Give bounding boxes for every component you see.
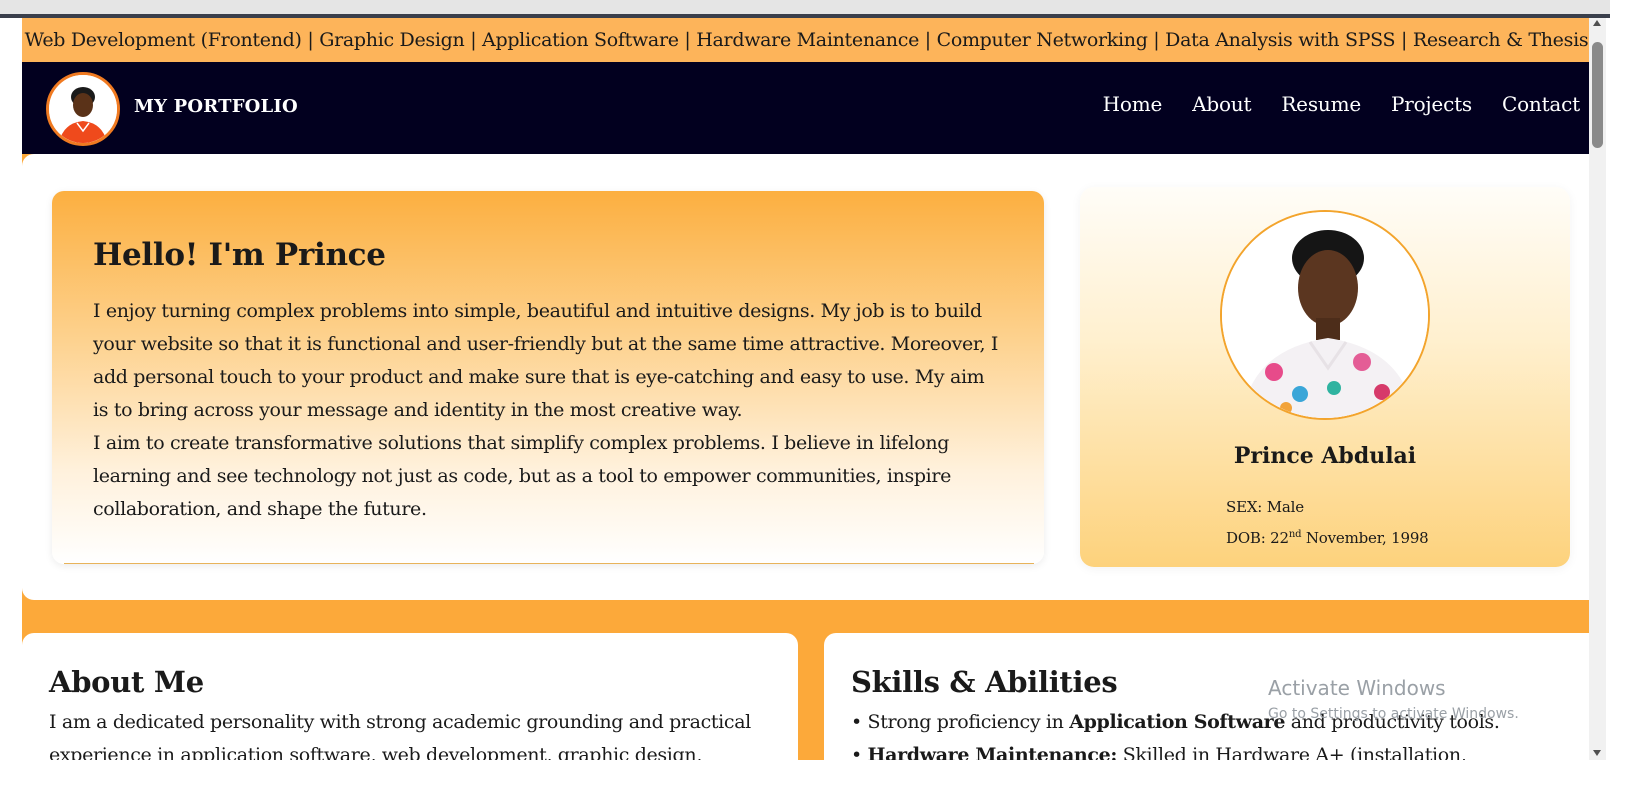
nav-about-link[interactable]: About	[1192, 92, 1251, 116]
vertical-scrollbar[interactable]	[1589, 18, 1606, 760]
profile-photo	[1220, 210, 1430, 420]
scrollbar-thumb[interactable]	[1592, 42, 1603, 148]
skill-1-prefix: • Strong proficiency in	[851, 711, 1070, 733]
skill-2-bold: Hardware Maintenance:	[867, 744, 1118, 760]
nav-projects-link[interactable]: Projects	[1391, 92, 1472, 116]
skill-2-suffix: Skilled in Hardware A+ (installation,	[1117, 744, 1467, 760]
about-section: About Me I am a dedicated personality wi…	[22, 633, 798, 760]
watermark-line-1: Activate Windows	[1268, 676, 1446, 700]
nav-resume-link[interactable]: Resume	[1281, 92, 1361, 116]
intro-card: Hello! I'm Prince I enjoy turning comple…	[52, 191, 1044, 564]
avatar[interactable]	[46, 72, 120, 146]
portfolio-page: • Web Development (Frontend) | Graphic D…	[22, 18, 1602, 760]
hero-paragraph-1: I enjoy turning complex problems into si…	[93, 300, 999, 421]
profile-name: Prince Abdulai	[1233, 443, 1417, 469]
hero-paragraph-2: I aim to create transformative solutions…	[93, 432, 952, 520]
profile-details: SEX: Male DOB: 22nd November, 1998	[1226, 493, 1429, 552]
about-text: I am a dedicated personality with strong…	[49, 711, 751, 760]
skills-title: Skills & Abilities	[851, 665, 1118, 699]
profile-dob: DOB: 22nd November, 1998	[1226, 521, 1429, 552]
dob-suffix-ordinal: nd	[1288, 529, 1302, 540]
scroll-up-icon[interactable]	[1593, 20, 1601, 26]
skill-1-bold: Application Software	[1069, 711, 1286, 733]
profile-sex: SEX: Male	[1226, 498, 1304, 516]
watermark-line-2: Go to Settings to activate Windows.	[1268, 706, 1519, 722]
navbar: MY PORTFOLIO Home About Resume Projects …	[22, 62, 1602, 154]
brand-title[interactable]: MY PORTFOLIO	[134, 96, 298, 117]
hero-section: Hello! I'm Prince I enjoy turning comple…	[22, 154, 1602, 600]
divider	[64, 563, 1034, 564]
bottom-margin	[0, 760, 1631, 809]
person-photo-icon	[1222, 212, 1428, 418]
nav-home-link[interactable]: Home	[1103, 92, 1163, 116]
dob-suffix: November, 1998	[1301, 529, 1429, 547]
person-avatar-icon	[49, 75, 117, 143]
skills-ticker: • Web Development (Frontend) | Graphic D…	[22, 18, 1602, 62]
ticker-text: • Web Development (Frontend) | Graphic D…	[22, 29, 1602, 51]
nav-contact-link[interactable]: Contact	[1502, 92, 1580, 116]
list-item: • Hardware Maintenance: Skilled in Hardw…	[851, 739, 1591, 760]
windows-activation-watermark: Activate Windows Go to Settings to activ…	[1268, 676, 1519, 722]
about-title: About Me	[49, 665, 204, 699]
hero-text: I enjoy turning complex problems into si…	[93, 295, 1003, 526]
dob-prefix: DOB: 22	[1226, 529, 1289, 547]
nav-links: Home About Resume Projects Contact	[1103, 92, 1581, 116]
profile-card: Prince Abdulai SEX: Male DOB: 22nd Novem…	[1080, 187, 1570, 567]
hero-title: Hello! I'm Prince	[93, 237, 386, 273]
scroll-down-icon[interactable]	[1593, 750, 1601, 756]
browser-top-strip	[0, 0, 1610, 18]
